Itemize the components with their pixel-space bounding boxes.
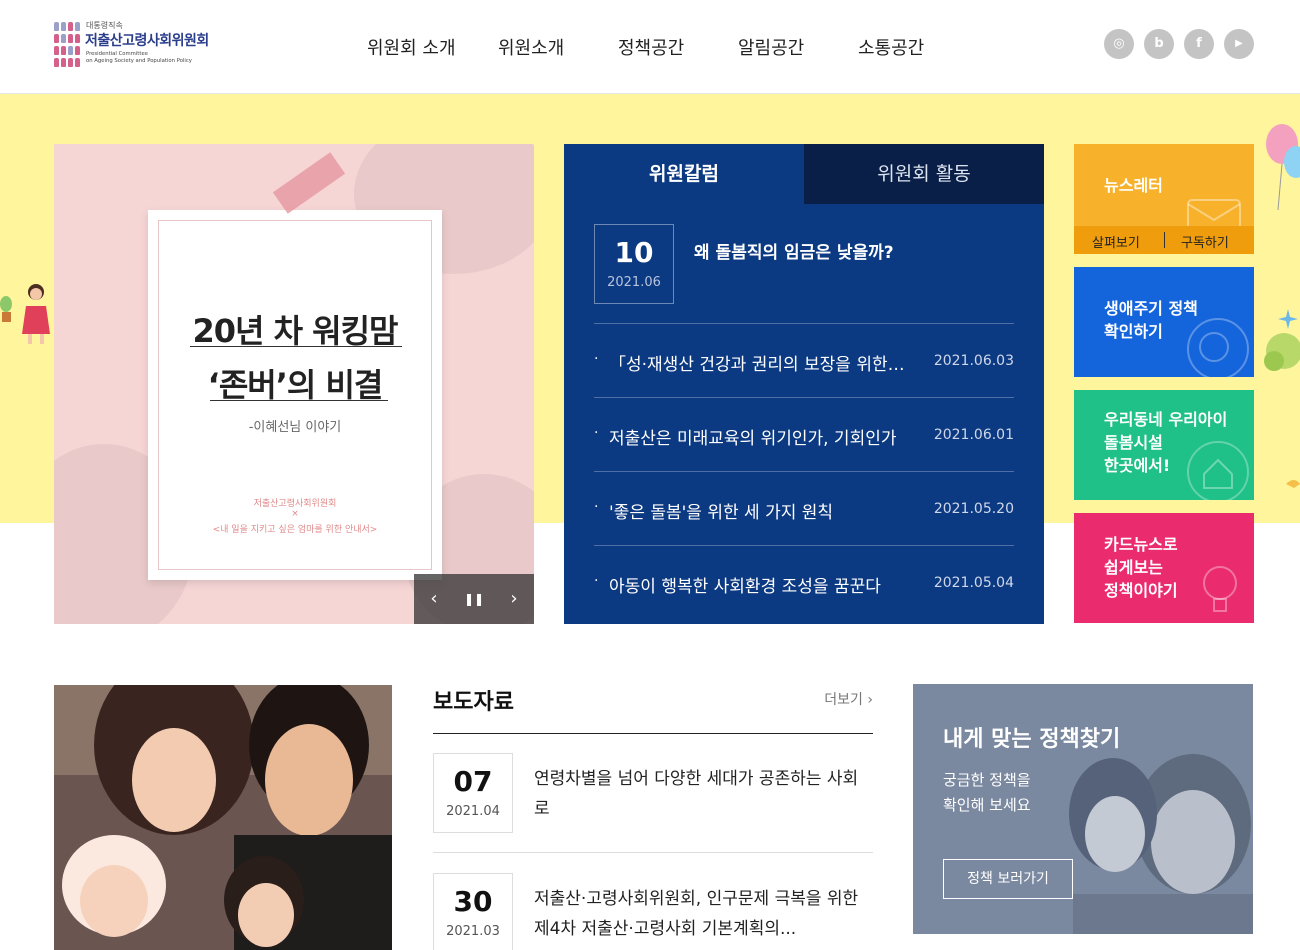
lifecycle-policy-button[interactable]: 생애주기 정책 확인하기 xyxy=(1074,267,1254,377)
press-more-link[interactable]: 더보기 › xyxy=(824,689,873,709)
balloon-icon xyxy=(1266,124,1300,211)
list-item-date: 2021.05.04 xyxy=(933,575,1014,591)
list-item-date: 2021.06.01 xyxy=(933,427,1014,443)
newsletter-subscribe-link[interactable]: 구독하기 xyxy=(1181,232,1229,251)
press-day: 30 xyxy=(453,885,493,918)
slide-subtitle: -이혜선님 이야기 xyxy=(248,420,342,435)
slide-org-x: × xyxy=(291,509,299,519)
nav-committee-intro[interactable]: 위원회 소개 xyxy=(367,34,456,60)
newsletter-actions: 살펴보기 구독하기 xyxy=(1074,226,1254,254)
tab-committee-activity[interactable]: 위원회 활동 xyxy=(804,144,1044,204)
press-date-box: 07 2021.04 xyxy=(433,753,513,833)
logo-mark-icon xyxy=(54,22,82,72)
facebook-icon[interactable]: f xyxy=(1184,29,1214,59)
hero-slide[interactable]: 20년 차 워킹맘 ‘존버’의 비결 -이혜선님 이야기 저출산고령사회위원회 … xyxy=(54,144,534,624)
site-header: 대통령직속 저출산고령사회위원회 Presidential Committee o… xyxy=(0,0,1300,94)
featured-title[interactable]: 왜 돌봄직의 임금은 낮을까? xyxy=(694,238,894,263)
slide-prev-button[interactable]: ‹ xyxy=(414,574,454,624)
blog-icon[interactable]: b xyxy=(1144,29,1174,59)
family-photo[interactable] xyxy=(54,685,392,950)
family-photo-image xyxy=(54,685,392,950)
list-bullet: · xyxy=(594,425,599,441)
press-item-separator xyxy=(433,852,873,853)
instagram-icon[interactable]: ◎ xyxy=(1104,29,1134,59)
list-item-title[interactable]: '좋은 돌봄'을 위한 세 가지 원칙 xyxy=(609,498,909,523)
nav-members[interactable]: 위원소개 xyxy=(498,34,564,60)
lightbulb-icon xyxy=(1203,566,1237,612)
logo-en-line2: on Ageing Society and Population Policy xyxy=(86,58,192,64)
policy-finder: 내게 맞는 정책찾기 궁금한 정책을 확인해 보세요 정책 보러가기 xyxy=(913,684,1253,934)
newsletter-label: 뉴스레터 xyxy=(1104,176,1163,195)
column-tabs: 위원칼럼 위원회 활동 xyxy=(564,144,1044,204)
list-bullet: · xyxy=(594,351,599,367)
newsletter-box: 뉴스레터 살펴보기 구독하기 xyxy=(1074,144,1254,254)
press-divider xyxy=(433,733,873,734)
press-month: 2021.03 xyxy=(446,924,500,939)
featured-month: 2021.06 xyxy=(607,275,661,290)
logo-english: Presidential Committee on Ageing Society … xyxy=(86,51,192,65)
press-item[interactable]: 30 2021.03 저출산·고령사회위원회, 인구문제 극복을 위한 제4차 … xyxy=(433,873,873,950)
plant-icon xyxy=(0,296,12,322)
newsletter-view-link[interactable]: 살펴보기 xyxy=(1092,232,1140,251)
list-item-date: 2021.05.20 xyxy=(933,501,1014,517)
cardnews-button[interactable]: 카드뉴스로 쉽게보는 정책이야기 xyxy=(1074,513,1254,623)
nav-policy[interactable]: 정책공간 xyxy=(618,34,684,60)
logo-name: 저출산고령사회위원회 xyxy=(85,33,209,49)
nav-communication[interactable]: 소통공간 xyxy=(858,34,924,60)
slide-controls: ‹ ❚❚ › xyxy=(414,574,534,624)
nav-notice[interactable]: 알림공간 xyxy=(738,34,804,60)
tab-member-column[interactable]: 위원칼럼 xyxy=(564,144,804,204)
press-item-title[interactable]: 저출산·고령사회위원회, 인구문제 극복을 위한 제4차 저출산·고령사회 기본… xyxy=(534,884,864,944)
girl-illustration-icon xyxy=(22,284,50,344)
press-item-title[interactable]: 연령차별을 넘어 다양한 세대가 공존하는 사회로 xyxy=(534,764,864,824)
list-item[interactable]: · 저출산은 미래교육의 위기인가, 기회인가 2021.06.01 xyxy=(594,398,1014,472)
site-logo[interactable]: 대통령직속 저출산고령사회위원회 Presidential Committee o… xyxy=(54,20,214,74)
column-panel: 위원칼럼 위원회 활동 10 2021.06 왜 돌봄직의 임금은 낮을까? ·… xyxy=(564,144,1044,624)
logo-en-line1: Presidential Committee xyxy=(86,51,148,57)
newsletter-divider xyxy=(1164,232,1165,248)
cardnews-label: 카드뉴스로 쉽게보는 정책이야기 xyxy=(1104,535,1178,600)
featured-column[interactable]: 10 2021.06 왜 돌봄직의 임금은 낮을까? xyxy=(594,224,1014,324)
care-facility-button[interactable]: 우리동네 우리아이 돌봄시설 한곳에서! xyxy=(1074,390,1254,500)
slide-card: 20년 차 워킹맘 ‘존버’의 비결 -이혜선님 이야기 저출산고령사회위원회 … xyxy=(148,210,442,580)
slide-title-underline xyxy=(210,400,388,401)
policy-desc: 궁금한 정책을 확인해 보세요 xyxy=(943,771,1031,814)
slide-caption: <내 일을 지키고 싶은 엄마를 위한 안내서> xyxy=(212,525,378,535)
featured-date-box: 10 2021.06 xyxy=(594,224,674,304)
list-bullet: · xyxy=(594,573,599,589)
slide-pause-button[interactable]: ❚❚ xyxy=(454,574,494,624)
press-title: 보도자료 xyxy=(433,690,514,715)
list-item-title[interactable]: 「성·재생산 건강과 권리의 보장을 위한 ... xyxy=(609,350,909,375)
press-item[interactable]: 07 2021.04 연령차별을 넘어 다양한 세대가 공존하는 사회로 xyxy=(433,753,873,873)
featured-day: 10 xyxy=(614,236,654,269)
policy-view-button[interactable]: 정책 보러가기 xyxy=(943,859,1073,899)
press-month: 2021.04 xyxy=(446,804,500,819)
tree-icon xyxy=(1264,309,1300,371)
press-date-box: 30 2021.03 xyxy=(433,873,513,950)
list-item-date: 2021.06.03 xyxy=(933,353,1014,369)
list-item[interactable]: · 「성·재생산 건강과 권리의 보장을 위한 ... 2021.06.03 xyxy=(594,324,1014,398)
lifecycle-label: 생애주기 정책 확인하기 xyxy=(1104,299,1198,341)
bird-icon xyxy=(1286,480,1300,488)
tape-decoration xyxy=(272,152,346,214)
slide-org: 저출산고령사회위원회 xyxy=(253,499,337,509)
mother-daughter-image xyxy=(1069,754,1253,934)
press-day: 07 xyxy=(453,765,493,798)
youtube-icon[interactable]: ▶ xyxy=(1224,29,1254,59)
slide-next-button[interactable]: › xyxy=(494,574,534,624)
list-item-title[interactable]: 아동이 행복한 사회환경 조성을 꿈꾼다 xyxy=(609,572,909,597)
list-item[interactable]: · 아동이 행복한 사회환경 조성을 꿈꾼다 2021.05.04 xyxy=(594,546,1014,620)
policy-title: 내게 맞는 정책찾기 xyxy=(943,727,1121,752)
list-item[interactable]: · '좋은 돌봄'을 위한 세 가지 원칙 2021.05.20 xyxy=(594,472,1014,546)
list-item-title[interactable]: 저출산은 미래교육의 위기인가, 기회인가 xyxy=(609,424,909,449)
slide-title-underline xyxy=(190,346,402,347)
care-label: 우리동네 우리아이 돌봄시설 한곳에서! xyxy=(1104,410,1228,475)
list-bullet: · xyxy=(594,499,599,515)
